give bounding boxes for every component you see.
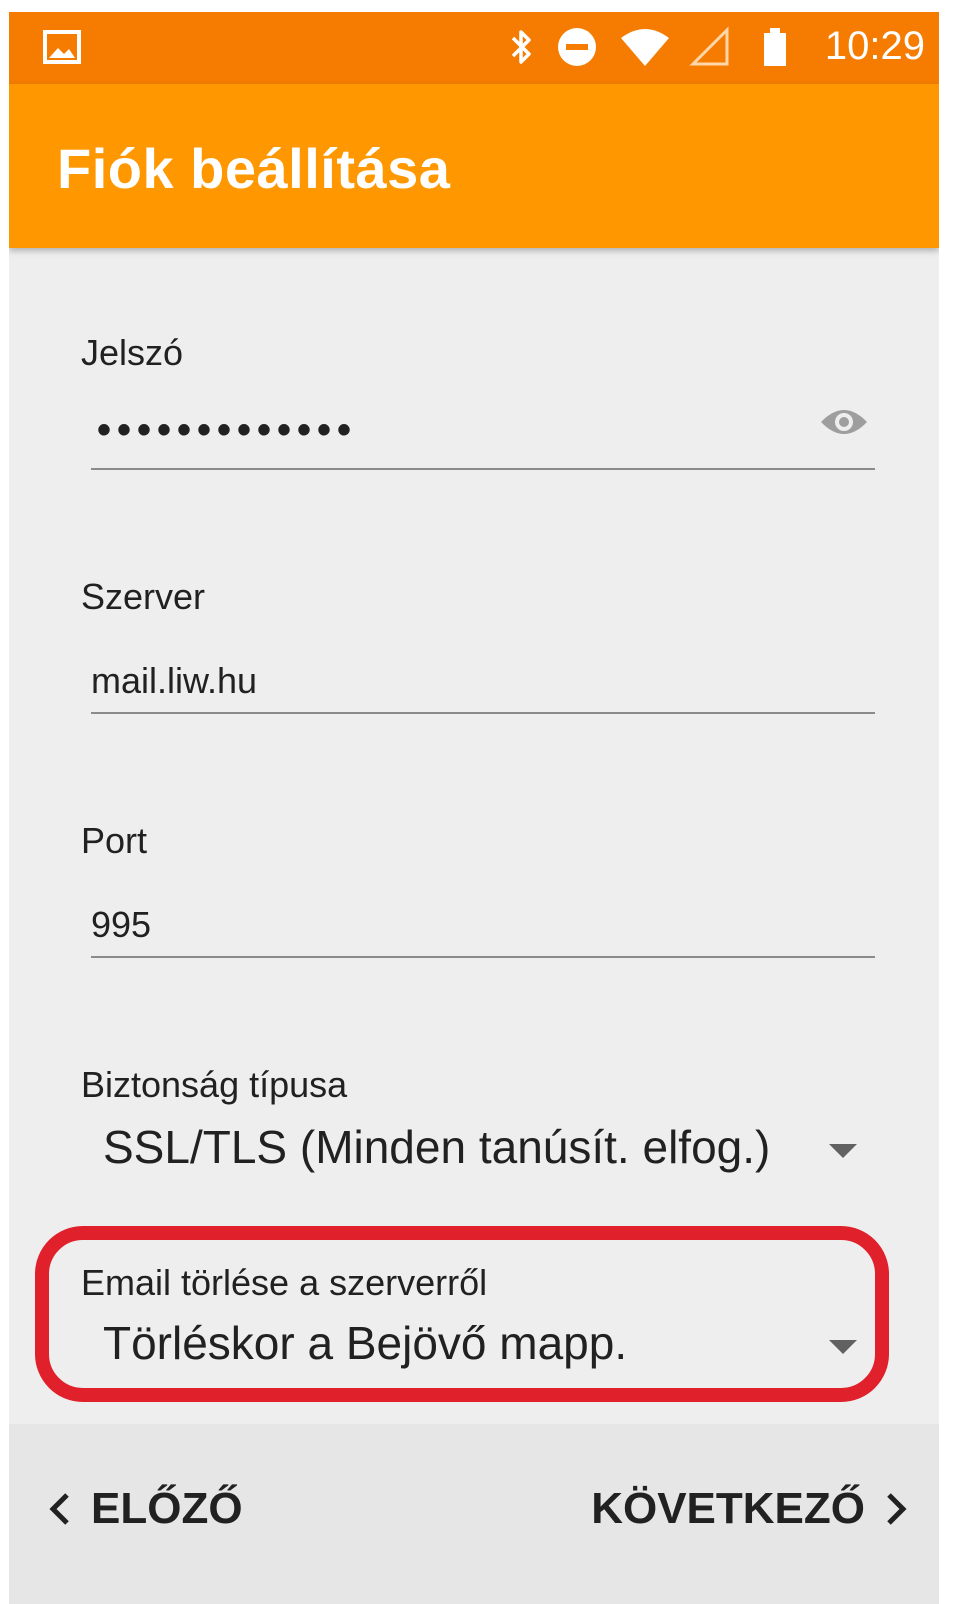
- server-field[interactable]: mail.liw.hu: [91, 660, 257, 702]
- highlight-annotation: [35, 1226, 889, 1402]
- page-title: Fiók beállítása: [57, 137, 451, 200]
- wifi-icon: [621, 29, 669, 66]
- cellular-signal-icon: [689, 26, 729, 66]
- security-type-dropdown[interactable]: SSL/TLS (Minden tanúsít. elfog.): [103, 1120, 770, 1174]
- bottom-navigation-bar: ELŐZŐ KÖVETKEZŐ: [9, 1424, 939, 1604]
- previous-button[interactable]: ELŐZŐ: [45, 1484, 243, 1534]
- status-clock: 10:29: [824, 24, 925, 68]
- server-label: Szerver: [81, 576, 206, 617]
- chevron-right-icon: [887, 1493, 907, 1525]
- password-label: Jelszó: [81, 332, 184, 373]
- next-button-label: KÖVETKEZŐ: [591, 1484, 865, 1533]
- port-field[interactable]: 995: [91, 904, 151, 946]
- account-settings-form: Jelszó ••••••••••••• Szerver mail.liw.hu…: [9, 248, 939, 1424]
- security-dropdown-arrow-icon[interactable]: [829, 1144, 857, 1158]
- image-icon: [43, 30, 81, 64]
- chevron-left-icon: [49, 1493, 69, 1525]
- previous-button-label: ELŐZŐ: [91, 1484, 243, 1533]
- server-underline: [91, 712, 875, 714]
- security-type-label: Biztonság típusa: [81, 1064, 348, 1105]
- phone-screen: 10:29 Fiók beállítása Jelszó •••••••••••…: [9, 12, 939, 1604]
- battery-icon: [764, 28, 786, 66]
- do-not-disturb-icon: [558, 28, 596, 66]
- bluetooth-icon: [511, 30, 531, 64]
- password-field[interactable]: •••••••••••••: [97, 408, 357, 453]
- password-underline: [91, 468, 875, 470]
- port-label: Port: [81, 820, 148, 861]
- app-bar: Fiók beállítása: [9, 84, 939, 248]
- next-button[interactable]: KÖVETKEZŐ: [591, 1484, 911, 1534]
- port-underline: [91, 956, 875, 958]
- status-bar: 10:29: [9, 12, 939, 84]
- eye-icon[interactable]: [819, 404, 869, 440]
